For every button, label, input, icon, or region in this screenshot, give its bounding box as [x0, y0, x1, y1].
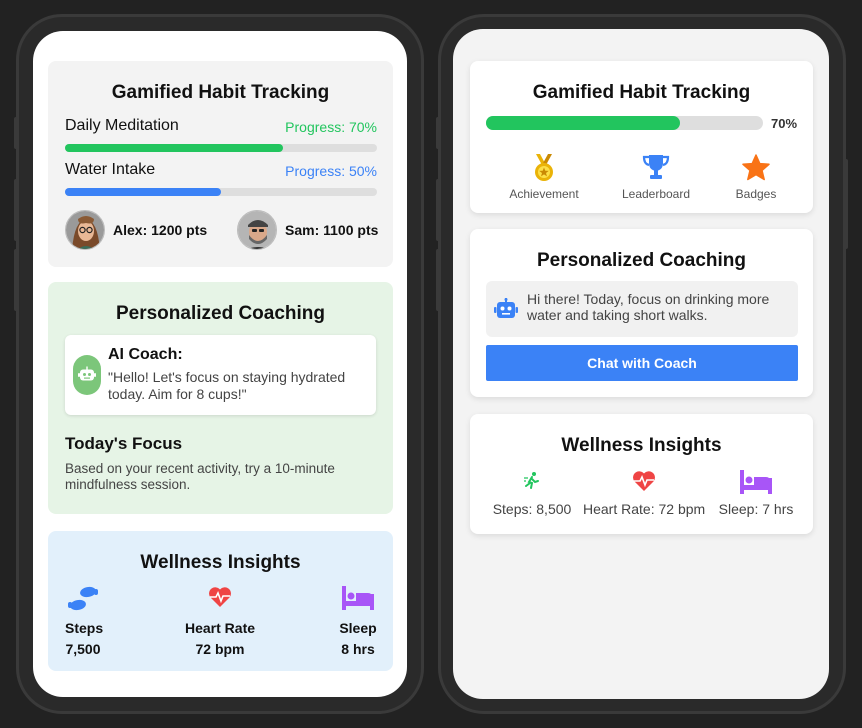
habit-tracking-card: Gamified Habit Tracking 70% Achievement	[470, 61, 813, 213]
wellness-card: Wellness Insights Steps: 8,500 Heart Rat…	[470, 414, 813, 534]
bed-icon	[338, 586, 378, 612]
wellness-steps[interactable]: Steps: 8,500	[492, 470, 572, 517]
coaching-card: Personalized Coaching Hi there! Today, f…	[470, 229, 813, 397]
phone-left: Gamified Habit Tracking Daily Meditation…	[14, 14, 424, 714]
focus-title: Today's Focus	[65, 434, 183, 453]
phone-screen: Gamified Habit Tracking 70% Achievement	[453, 29, 829, 699]
robot-icon	[73, 355, 101, 395]
reward-label: Achievement	[509, 187, 579, 201]
reward-achievement[interactable]: Achievement	[494, 154, 594, 201]
user-points: Sam: 1100 pts	[285, 222, 379, 238]
coach-message: "Hello! Let's focus on staying hydrated …	[108, 369, 346, 402]
habit-progress-text: Progress: 70%	[285, 119, 377, 135]
progress-bar-fill	[65, 144, 284, 152]
stat-label: Steps	[65, 620, 104, 636]
card-title: Personalized Coaching	[536, 250, 747, 271]
phone-side-button	[843, 159, 848, 249]
stat-value: 7,500	[65, 641, 101, 657]
leaderboard-user-sam[interactable]: Sam: 1100 pts	[237, 210, 378, 250]
progress-bar-fill	[65, 188, 221, 196]
chat-with-coach-button[interactable]: Chat with Coach	[486, 345, 798, 381]
stat-value: 8 hrs	[341, 641, 375, 657]
phone-side-button	[436, 249, 441, 311]
star-icon	[706, 154, 806, 182]
leaderboard-user-alex[interactable]: Alex: 1200 pts	[65, 210, 207, 250]
stat-label: Heart Rate: 72 bpm	[583, 501, 706, 517]
focus-text: Based on your recent activity, try a 10-…	[65, 461, 335, 492]
stat-value: 72 bpm	[195, 641, 245, 657]
stat-label: Heart Rate	[184, 620, 256, 636]
phone-side-button	[14, 249, 19, 311]
coach-message-box: Hi there! Today, focus on drinking more …	[486, 281, 798, 337]
progress-text: 70%	[771, 116, 798, 131]
trophy-icon	[606, 154, 706, 182]
phone-side-button	[436, 179, 441, 241]
card-title: Gamified Habit Tracking	[111, 82, 330, 103]
phone-side-button	[436, 117, 441, 149]
walking-icon	[492, 470, 572, 494]
reward-label: Badges	[735, 187, 777, 201]
coach-message: Hi there! Today, focus on drinking more …	[527, 291, 770, 323]
phone-right: Gamified Habit Tracking 70% Achievement	[436, 14, 848, 714]
footprints-icon	[65, 586, 101, 612]
user-points: Alex: 1200 pts	[113, 222, 208, 238]
coach-name: AI Coach:	[108, 346, 183, 363]
reward-badges[interactable]: Badges	[706, 154, 806, 201]
phone-screen: Gamified Habit Tracking Daily Meditation…	[33, 31, 407, 697]
wellness-card: Wellness Insights Steps 7,500 Heart Rate…	[48, 531, 393, 671]
wellness-sleep[interactable]: Sleep 8 hrs	[338, 586, 378, 657]
heartbeat-icon	[583, 470, 705, 494]
avatar	[65, 210, 105, 250]
phone-side-button	[14, 117, 19, 149]
reward-leaderboard[interactable]: Leaderboard	[606, 154, 706, 201]
robot-icon	[494, 298, 518, 325]
card-title: Wellness Insights	[561, 435, 722, 456]
habit-label: Water Intake	[65, 161, 156, 178]
stat-label: Steps: 8,500	[492, 501, 572, 517]
wellness-steps[interactable]: Steps 7,500	[65, 586, 104, 657]
phone-side-button	[14, 179, 19, 241]
progress-bar	[486, 116, 763, 130]
progress-bar	[65, 188, 377, 196]
card-title: Gamified Habit Tracking	[532, 82, 751, 103]
progress-bar-fill	[486, 116, 680, 130]
coach-message-box: AI Coach: "Hello! Let's focus on staying…	[65, 335, 376, 415]
medal-icon	[494, 154, 594, 182]
progress-bar	[65, 144, 377, 152]
stat-label: Sleep: 7 hrs	[718, 501, 794, 517]
habit-label: Daily Meditation	[65, 117, 179, 134]
habit-tracking-card: Gamified Habit Tracking Daily Meditation…	[48, 61, 393, 267]
avatar	[237, 210, 277, 250]
bed-icon	[716, 470, 796, 494]
card-title: Personalized Coaching	[115, 303, 326, 324]
coaching-card: Personalized Coaching AI Coach: "Hello! …	[48, 282, 393, 514]
wellness-heart-rate[interactable]: Heart Rate: 72 bpm	[583, 470, 705, 517]
stat-label: Sleep	[339, 620, 377, 636]
habit-progress-text: Progress: 50%	[285, 163, 377, 179]
wellness-sleep[interactable]: Sleep: 7 hrs	[716, 470, 796, 517]
heartbeat-icon	[180, 586, 260, 612]
wellness-heart-rate[interactable]: Heart Rate 72 bpm	[180, 586, 260, 657]
reward-label: Leaderboard	[621, 187, 691, 201]
card-title: Wellness Insights	[140, 552, 301, 573]
